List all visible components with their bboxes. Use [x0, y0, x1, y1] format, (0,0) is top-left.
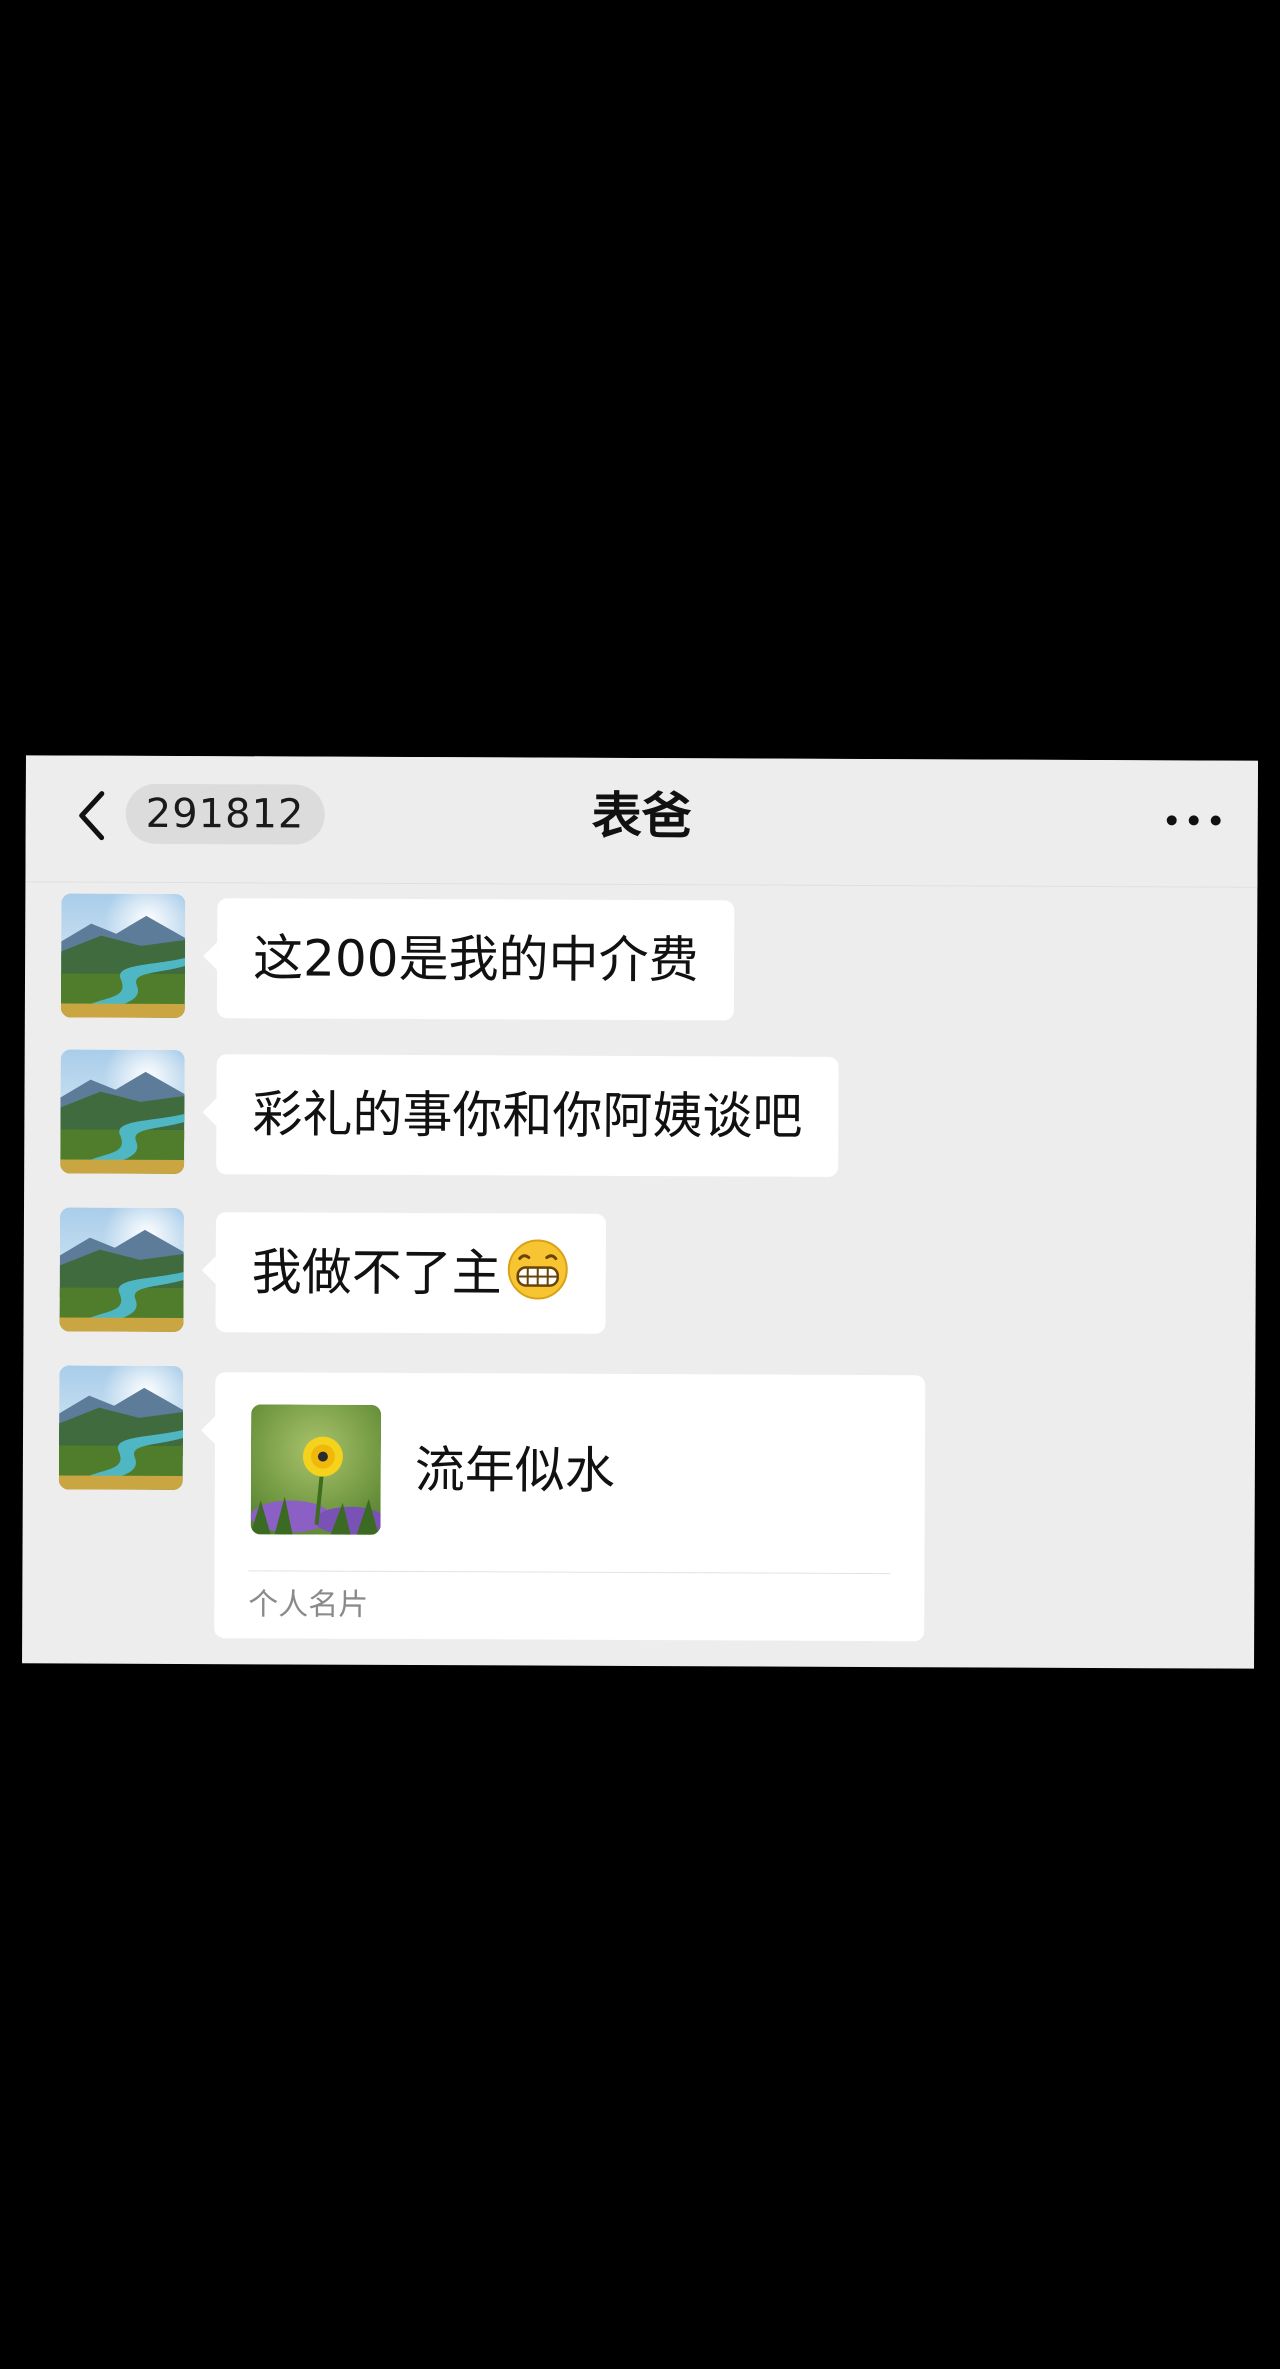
avatar[interactable]: [58, 1365, 184, 1491]
message-bubble[interactable]: 这200是我的中介费: [216, 898, 735, 1021]
avatar[interactable]: [60, 893, 186, 1019]
more-dots-icon[interactable]: [1164, 800, 1224, 840]
contact-avatar: [250, 1404, 382, 1535]
avatar[interactable]: [60, 1049, 185, 1175]
contact-name: 流年似水: [414, 1441, 615, 1500]
chat-header: 291812 表爸: [25, 755, 1258, 888]
message-text: 我做不了主: [251, 1243, 502, 1303]
chat-title: 表爸: [591, 786, 692, 846]
avatar[interactable]: [59, 1207, 185, 1333]
card-divider: [248, 1570, 891, 1575]
grinning-face-icon: [506, 1236, 570, 1300]
contact-card[interactable]: 流年似水 个人名片: [214, 1372, 926, 1642]
contact-card-label: 个人名片: [248, 1587, 369, 1623]
message-bubble[interactable]: 彩礼的事你和你阿姨谈吧: [216, 1054, 839, 1177]
message-text: 这200是我的中介费: [252, 929, 699, 990]
message-bubble[interactable]: 我做不了主: [215, 1212, 606, 1334]
message-text: 彩礼的事你和你阿姨谈吧: [252, 1085, 803, 1146]
chat-screenshot: 291812 表爸 这200是我的中介费 彩礼的事你和你阿姨谈吧 我做不了主 流…: [22, 755, 1258, 1669]
